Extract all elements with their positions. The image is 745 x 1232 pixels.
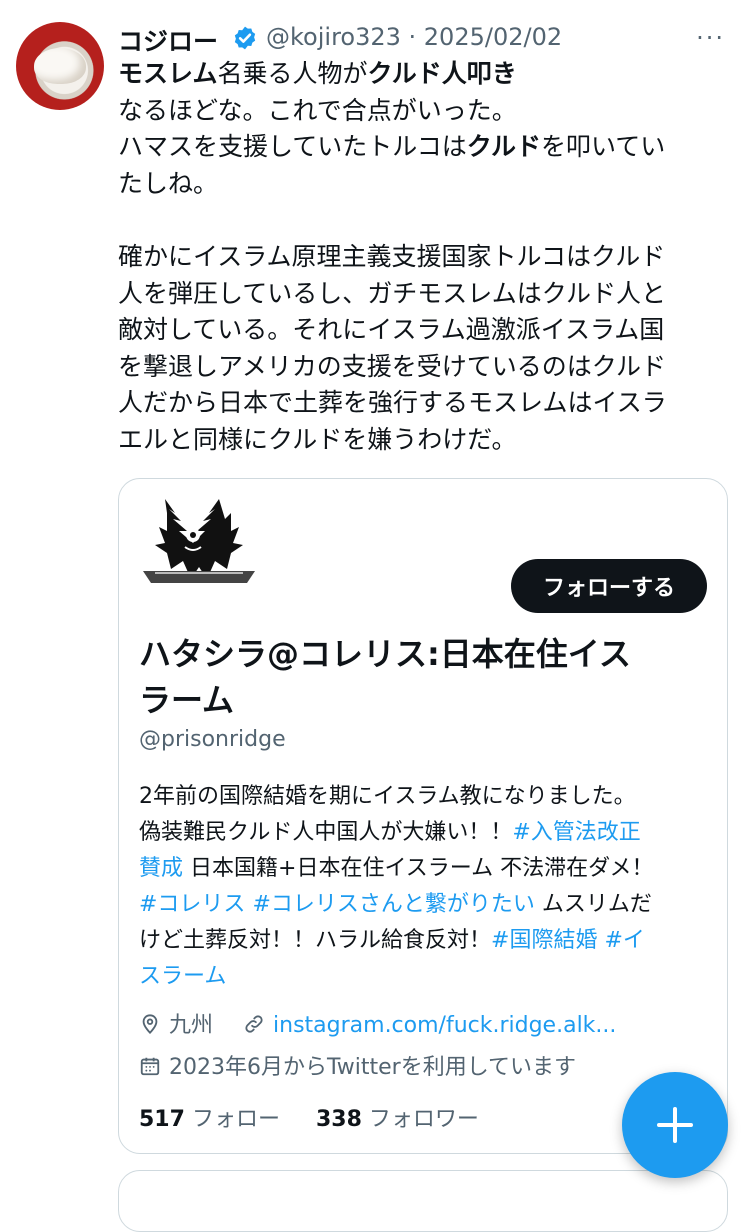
tweet-header: コジロー @kojiro323 · 2025/02/02 ··· — [118, 22, 725, 56]
following-count: 517 — [139, 1107, 185, 1132]
tweet-text-segment: 人だから日本で土葬を強行するモスレムはイスラ — [118, 388, 667, 417]
compose-button[interactable] — [622, 1072, 728, 1178]
hashtag-link[interactable]: #コレリスさんと繋がりたい — [252, 892, 534, 917]
profile-joined-row: 2023年6月からTwitterを利用しています — [139, 1049, 576, 1081]
profile-bio: 2年前の国際結婚を期にイスラム教になりました。 偽装難民クルド人中国人が大嫌い！！… — [139, 779, 709, 995]
tweet-text-segment: を叩いてい — [541, 132, 666, 161]
followers-link[interactable]: 338 フォロワー — [316, 1107, 479, 1132]
tweet-text-segment: 確かにイスラム原理主義支援国家トルコはクルド — [118, 242, 666, 271]
tweet-text: モスレム名乗る人物がクルド人叩き なるほどな。これで合点がいった。 ハマスを支援して… — [118, 56, 718, 458]
profile-display-name[interactable]: ハタシラ@コレリス:日本在住イス ラーム — [139, 631, 709, 723]
tweet-line — [118, 202, 718, 239]
profile-meta-row: 九州 instagram.com/fuck.ridge.alk... — [139, 1007, 616, 1039]
tweet-line: 敵対している。それにイスラム過激派イスラム国 — [118, 312, 718, 349]
following-label: フォロー — [191, 1107, 280, 1132]
tweet-line: エルと同様にクルドを嫌うわけだ。 — [118, 422, 718, 459]
tweet-line: 人だから日本で土葬を強行するモスレムはイスラ — [118, 385, 718, 422]
bio-line: #コレリス #コレリスさんと繋がりたい ムスリムだ — [139, 887, 709, 923]
hashtag-link[interactable]: #入管法改正 — [512, 820, 640, 845]
followers-count: 338 — [315, 1107, 362, 1132]
hashtag-link[interactable]: スラーム — [139, 964, 226, 989]
profile-counts: 517 フォロー 338 フォロワー — [139, 1101, 479, 1133]
profile-handle[interactable]: @prisonridge — [139, 727, 286, 752]
tweet-line: 確かにイスラム原理主義支援国家トルコはクルド — [118, 239, 718, 276]
tweet-text-segment: 人を弾圧しているし、ガチモスレムはクルド人と — [118, 278, 667, 308]
bio-text: けど土葬反対！！ハラル給食反対！ — [139, 928, 492, 953]
tweet-line: なるほどな。これで合点がいった。 — [118, 93, 718, 130]
bio-line: けど土葬反対！！ハラル給食反対！#国際結婚 #イ — [139, 923, 709, 959]
hashtag-link[interactable]: #コレリス — [139, 892, 245, 917]
more-options-icon[interactable]: ··· — [696, 24, 725, 52]
bio-text: ムスリムだ — [534, 892, 652, 917]
following-link[interactable]: 517 フォロー — [139, 1107, 287, 1132]
profile-name-line: ラーム — [139, 681, 235, 719]
profile-card[interactable]: フォローする ハタシラ@コレリス:日本在住イス ラーム @prisonridge… — [118, 478, 728, 1154]
tweet-text-segment: を撃退しアメリカの支援を受けているのはクルド — [118, 351, 667, 381]
followers-label: フォロワー — [368, 1107, 479, 1132]
author-handle-date[interactable]: @kojiro323 · 2025/02/02 — [266, 23, 562, 51]
profile-avatar[interactable] — [135, 491, 265, 591]
calendar-icon — [140, 1057, 160, 1076]
tweet-text-segment: エルと同様にクルドを嫌うわけだ。 — [118, 424, 517, 454]
verified-badge-icon — [234, 26, 256, 50]
tweet-emphasis: モスレム — [118, 59, 218, 88]
hashtag-link[interactable]: #イ — [604, 928, 644, 953]
profile-website-link[interactable]: instagram.com/fuck.ridge.alk... — [273, 1013, 616, 1038]
hashtag-link[interactable]: 賛成 — [139, 856, 183, 881]
profile-joined-date: 2023年6月からTwitterを利用しています — [169, 1055, 577, 1080]
tweet-avatar[interactable] — [16, 22, 104, 110]
tweet-text-segment: 名乗る人物が — [217, 59, 368, 88]
profile-name-line: ハタシラ@コレリス:日本在住イス — [139, 635, 631, 673]
next-card — [118, 1170, 728, 1232]
bio-line: スラーム — [139, 959, 709, 995]
author-name[interactable]: コジロー — [118, 22, 218, 58]
location-pin-icon — [142, 1014, 158, 1035]
tweet-line: たしね。 — [118, 166, 718, 203]
tweet-line: ハマスを支援していたトルコはクルドを叩いてい — [118, 129, 718, 166]
tweet-line: 人を弾圧しているし、ガチモスレムはクルド人と — [118, 276, 718, 313]
plus-icon — [657, 1107, 693, 1143]
bio-line: 賛成 日本国籍+日本在住イスラーム 不法滞在ダメ！ — [139, 851, 709, 887]
tweet-text-segment: たしね。 — [118, 168, 219, 198]
tweet-text-segment: ハマスを支援していたトルコは — [118, 132, 467, 161]
bio-line: 偽装難民クルド人中国人が大嫌い！！#入管法改正 — [139, 815, 709, 851]
bio-text: 2年前の国際結婚を期にイスラム教になりました。 — [139, 784, 636, 809]
tweet-text-segment: 敵対している。それにイスラム過激派イスラム国 — [118, 315, 665, 344]
link-icon — [245, 1015, 263, 1033]
bio-text: 偽装難民クルド人中国人が大嫌い！！ — [139, 820, 513, 845]
profile-location: 九州 — [169, 1013, 214, 1038]
hashtag-link[interactable]: #国際結婚 — [491, 928, 597, 953]
tweet-text-segment: なるほどな。これで合点がいった。 — [118, 95, 517, 125]
tweet-line: モスレム名乗る人物がクルド人叩き — [118, 56, 718, 93]
tweet-emphasis: クルド — [466, 132, 542, 161]
follow-button[interactable]: フォローする — [511, 559, 707, 613]
tweet-line: を撃退しアメリカの支援を受けているのはクルド — [118, 349, 718, 386]
bio-line: 2年前の国際結婚を期にイスラム教になりました。 — [139, 779, 709, 815]
tweet-emphasis: クルド人叩き — [367, 59, 517, 88]
bio-text: 日本国籍+日本在住イスラーム 不法滞在ダメ！ — [183, 856, 654, 881]
